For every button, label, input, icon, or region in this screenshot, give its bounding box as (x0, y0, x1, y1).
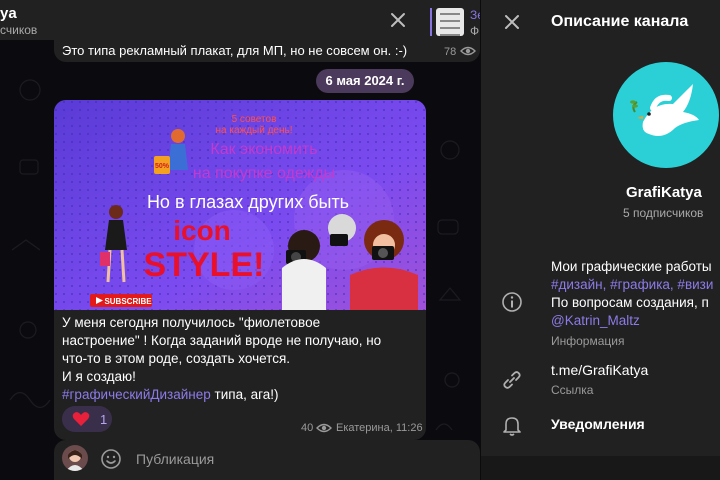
notifications-toggle[interactable]: Уведомления (551, 416, 645, 432)
previous-message[interactable]: Это типа рекламный плакат, для МП, но не… (54, 40, 480, 62)
post-view-count: 40 (301, 422, 314, 434)
close-icon[interactable] (388, 10, 408, 30)
info-label: Информация (551, 334, 625, 348)
channel-link[interactable]: t.me/GrafiKatya (551, 362, 648, 378)
chat-subscriber-count: счиков (0, 23, 38, 37)
heart-reaction[interactable]: 1 (62, 406, 112, 432)
app-window: ya счиков Зе Ф Это типа рекламный плакат… (0, 0, 720, 480)
post-text-line: настроение" ! Когда заданий вроде не пол… (62, 333, 382, 348)
post-text-line: У меня сегодня получилось "фиолетовое (62, 315, 321, 330)
link-icon (503, 371, 521, 389)
previous-message-text: Это типа рекламный плакат, для МП, но не… (62, 43, 408, 58)
description-hashtags[interactable]: #дизайн, #графика, #визи (551, 276, 713, 294)
image-line-2: на каждый день! (215, 125, 292, 136)
heart-icon (72, 412, 90, 426)
hashtag-link[interactable]: #графическийДизайнер (62, 387, 211, 402)
pinned-message-thumbnail[interactable] (436, 8, 464, 36)
message-input[interactable] (136, 446, 436, 472)
eye-icon (460, 46, 476, 56)
pinned-message-title[interactable]: Зе (470, 8, 480, 22)
emoji-icon[interactable] (100, 448, 122, 470)
channel-info-panel: Описание канала GrafiKatya 5 подписчиков… (480, 0, 720, 480)
close-icon[interactable] (503, 13, 521, 31)
description-line: Мои графические работы (551, 259, 712, 274)
chat-pane: ya счиков Зе Ф Это типа рекламный плакат… (0, 0, 480, 480)
subscribe-label: SUBSCRIBE (104, 297, 152, 306)
subscribe-badge: SUBSCRIBE (90, 294, 152, 307)
channel-description[interactable]: Мои графические работы #дизайн, #графика… (551, 258, 713, 330)
eye-icon (316, 423, 332, 433)
image-line-7: STYLE! (144, 246, 265, 284)
previous-message-views: 78 (444, 46, 457, 58)
post-text-line: И я создаю! (62, 369, 136, 384)
dove-icon (630, 84, 699, 136)
channel-subscribers: 5 подписчиков (623, 206, 704, 220)
panel-divider (481, 456, 720, 480)
chat-header: ya счиков Зе Ф (0, 0, 480, 40)
post-text: У меня сегодня получилось "фиолетовое на… (62, 314, 422, 404)
post-author-time: Екатерина, 11:26 (336, 422, 423, 434)
channel-post[interactable]: 50% 5 советов на каждый день! Как эконом… (54, 100, 426, 440)
description-line: По вопросам создания, п (551, 295, 709, 310)
composer-bar (54, 440, 480, 480)
link-label: Ссылка (551, 383, 594, 397)
pinned-message-text[interactable]: Ф (470, 24, 479, 38)
avatar[interactable] (62, 445, 88, 471)
image-line-4: на покупке одежды (193, 165, 335, 182)
bell-icon (503, 417, 521, 436)
channel-name: GrafiKatya (626, 184, 702, 201)
channel-avatar[interactable] (613, 62, 719, 168)
hashtag-tail-text: типа, ага!) (210, 387, 279, 402)
post-text-hashtag-line: #графическийДизайнер типа, ага!) (62, 386, 422, 404)
info-icon (502, 292, 522, 312)
chat-title[interactable]: ya (0, 5, 17, 22)
sale-label: 50% (155, 163, 170, 170)
image-line-5: Но в глазах других быть (147, 192, 349, 212)
panel-title: Описание канала (551, 13, 689, 30)
image-line-3: Как экономить (210, 141, 317, 158)
date-separator: 6 мая 2024 г. (316, 69, 414, 93)
image-line-1: 5 советов (232, 114, 277, 125)
description-mention[interactable]: @Katrin_Maltz (551, 312, 713, 330)
post-image[interactable]: 50% 5 советов на каждый день! Как эконом… (54, 100, 426, 310)
image-line-6: icon (173, 215, 231, 246)
pinned-indicator (430, 8, 432, 36)
reaction-count: 1 (100, 412, 108, 427)
post-text-line: что-то в этом роде, создать хочется. (62, 351, 291, 366)
